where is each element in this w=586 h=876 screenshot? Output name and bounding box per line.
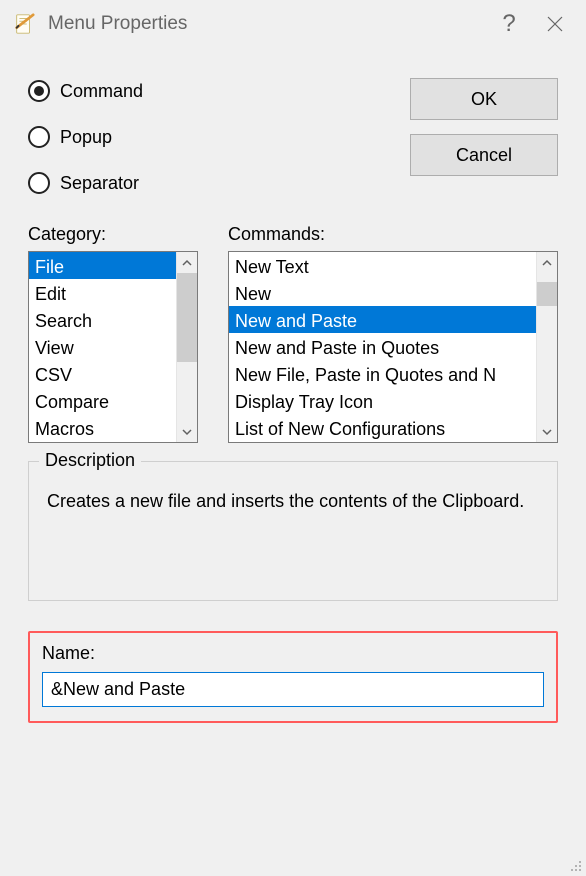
commands-column: Commands: New Text New New and Paste New…: [228, 224, 558, 443]
category-list-items: File Edit Search View CSV Compare Macros: [29, 252, 176, 442]
list-item[interactable]: Display Tray Icon: [229, 387, 536, 414]
list-item[interactable]: New: [229, 279, 536, 306]
scroll-down-icon[interactable]: [537, 421, 557, 442]
radio-indicator: [28, 80, 50, 102]
type-radio-group: Command Popup Separator: [28, 78, 143, 194]
help-button[interactable]: ?: [486, 1, 532, 47]
scroll-up-icon[interactable]: [537, 252, 557, 273]
description-legend: Description: [39, 450, 141, 471]
button-column: OK Cancel: [410, 78, 558, 194]
list-item[interactable]: CSV: [29, 360, 176, 387]
app-icon: [12, 12, 36, 36]
name-group-highlighted: Name:: [28, 631, 558, 723]
list-item[interactable]: New Text: [229, 252, 536, 279]
list-item[interactable]: View: [29, 333, 176, 360]
radio-label: Command: [60, 81, 143, 102]
list-item[interactable]: Macros: [29, 414, 176, 441]
list-item[interactable]: File: [29, 252, 176, 279]
cancel-button[interactable]: Cancel: [410, 134, 558, 176]
top-row: Command Popup Separator OK Cancel: [28, 78, 558, 194]
scroll-track[interactable]: [177, 273, 197, 421]
list-item[interactable]: Search: [29, 306, 176, 333]
list-item[interactable]: List of New Configurations: [229, 414, 536, 441]
list-item[interactable]: New and Paste in Quotes: [229, 333, 536, 360]
list-item[interactable]: Compare: [29, 387, 176, 414]
scroll-up-icon[interactable]: [177, 252, 197, 273]
radio-command[interactable]: Command: [28, 80, 143, 102]
radio-separator[interactable]: Separator: [28, 172, 143, 194]
commands-listbox[interactable]: New Text New New and Paste New and Paste…: [228, 251, 558, 443]
close-button[interactable]: [532, 1, 578, 47]
radio-label: Separator: [60, 173, 139, 194]
category-column: Category: File Edit Search View CSV Comp…: [28, 224, 198, 443]
category-listbox[interactable]: File Edit Search View CSV Compare Macros: [28, 251, 198, 443]
category-label: Category:: [28, 224, 198, 245]
scroll-thumb[interactable]: [177, 273, 197, 362]
dialog-title: Menu Properties: [48, 13, 486, 35]
name-label: Name:: [42, 643, 544, 664]
ok-button[interactable]: OK: [410, 78, 558, 120]
resize-grip-icon[interactable]: [566, 856, 582, 872]
scrollbar[interactable]: [536, 252, 557, 442]
scrollbar[interactable]: [176, 252, 197, 442]
scroll-down-icon[interactable]: [177, 421, 197, 442]
radio-indicator: [28, 172, 50, 194]
commands-list-items: New Text New New and Paste New and Paste…: [229, 252, 536, 442]
radio-label: Popup: [60, 127, 112, 148]
radio-popup[interactable]: Popup: [28, 126, 143, 148]
lists-row: Category: File Edit Search View CSV Comp…: [28, 224, 558, 443]
description-groupbox: Description Creates a new file and inser…: [28, 461, 558, 601]
list-item[interactable]: New and Paste: [229, 306, 536, 333]
commands-label: Commands:: [228, 224, 558, 245]
scroll-thumb[interactable]: [537, 282, 557, 306]
name-input[interactable]: [42, 672, 544, 707]
list-item[interactable]: Edit: [29, 279, 176, 306]
titlebar: Menu Properties ?: [0, 0, 586, 48]
radio-indicator: [28, 126, 50, 148]
scroll-track[interactable]: [537, 273, 557, 421]
dialog-content: Command Popup Separator OK Cancel Catego…: [0, 48, 586, 874]
list-item[interactable]: New File, Paste in Quotes and N: [229, 360, 536, 387]
description-text: Creates a new file and inserts the conte…: [47, 488, 539, 516]
dialog-window: Menu Properties ? Command Popup Separato…: [0, 0, 586, 874]
